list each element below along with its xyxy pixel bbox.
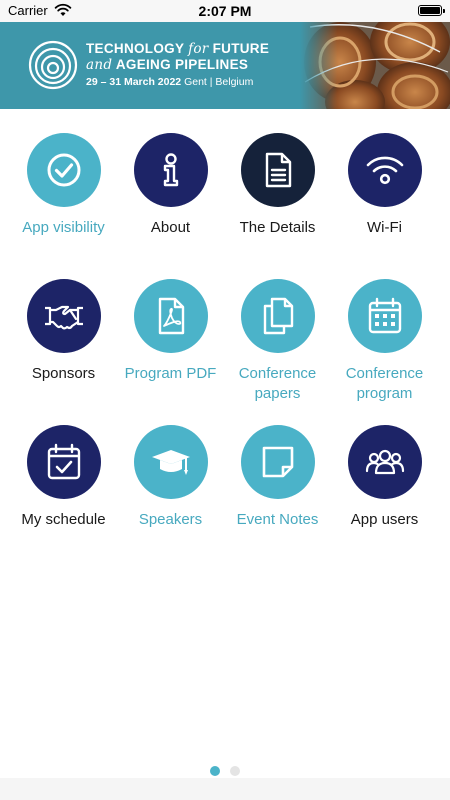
tile-my-schedule[interactable]: My schedule xyxy=(10,425,117,530)
calendar-icon xyxy=(368,297,401,334)
tile-label: Conference program xyxy=(345,365,424,402)
page-dot-1[interactable] xyxy=(209,766,220,776)
tile-conference-program[interactable]: Conference program xyxy=(331,279,438,403)
tile-speakers[interactable]: Speakers xyxy=(117,425,224,530)
tile-circle xyxy=(240,425,315,499)
tile-app-users[interactable]: App users xyxy=(331,425,438,530)
tile-circle xyxy=(133,279,208,353)
tile-about[interactable]: About xyxy=(117,133,224,238)
banner-dates: 29 – 31 March 2022 Gent | Belgium xyxy=(86,76,254,88)
tile-conference-papers[interactable]: Conference papers xyxy=(224,279,331,403)
tile-label: My schedule xyxy=(21,511,106,528)
tile-event-notes[interactable]: Event Notes xyxy=(224,425,331,530)
tile-circle xyxy=(347,425,422,499)
tile-circle xyxy=(133,425,208,499)
wifi-icon xyxy=(366,156,403,185)
tile-circle xyxy=(26,279,101,353)
tile-program-pdf[interactable]: Program PDF xyxy=(117,279,224,384)
note-icon xyxy=(262,446,293,478)
status-time: 2:07 PM xyxy=(198,3,252,19)
event-banner: TECHNOLOGY for FUTURE and AGEING PIPELIN… xyxy=(0,22,450,109)
tile-circle xyxy=(26,133,101,207)
tile-label: Conference papers xyxy=(238,365,317,402)
tile-label: App visibility xyxy=(22,219,105,236)
calendar-check-icon xyxy=(47,443,80,480)
pipes-photo xyxy=(300,22,450,109)
checkmark-icon xyxy=(47,153,80,187)
tile-label: Speakers xyxy=(138,511,203,528)
page-dot-2[interactable] xyxy=(230,766,241,776)
tile-label: Event Notes xyxy=(236,511,319,528)
pdf-icon xyxy=(158,297,184,335)
tile-circle xyxy=(347,279,422,353)
tile-label: Sponsors xyxy=(31,365,96,382)
status-bar: Carrier 2:07 PM xyxy=(0,0,450,22)
tile-circle xyxy=(133,133,208,207)
tile-circle xyxy=(240,133,315,207)
banner-title-line2: and AGEING PIPELINES xyxy=(86,57,249,73)
tile-the-details[interactable]: The Details xyxy=(224,133,331,238)
tile-circle xyxy=(240,279,315,353)
copy-icon xyxy=(263,297,293,335)
banner-title-line1: TECHNOLOGY for FUTURE xyxy=(86,41,270,57)
bottom-bar xyxy=(0,778,450,800)
tile-label: App users xyxy=(350,511,419,528)
tile-circle xyxy=(26,425,101,499)
tile-label: Wi-Fi xyxy=(367,219,402,236)
users-icon xyxy=(365,449,404,475)
tile-label: The Details xyxy=(239,219,316,236)
tile-wifi[interactable]: Wi-Fi xyxy=(331,133,438,238)
tile-sponsors[interactable]: Sponsors xyxy=(10,279,117,384)
document-icon xyxy=(265,152,291,188)
tile-app-visibility[interactable]: App visibility xyxy=(10,133,117,238)
menu-grid: App visibility About The Details Wi-Fi S… xyxy=(0,109,450,749)
graduation-cap-icon xyxy=(151,450,190,475)
page-indicator xyxy=(0,763,450,776)
tile-circle xyxy=(347,133,422,207)
tile-label: Program PDF xyxy=(124,365,217,382)
event-logo-icon xyxy=(28,40,78,90)
info-icon xyxy=(163,153,178,187)
battery-icon xyxy=(418,5,445,16)
tile-label: About xyxy=(150,219,191,236)
handshake-icon xyxy=(44,305,83,330)
